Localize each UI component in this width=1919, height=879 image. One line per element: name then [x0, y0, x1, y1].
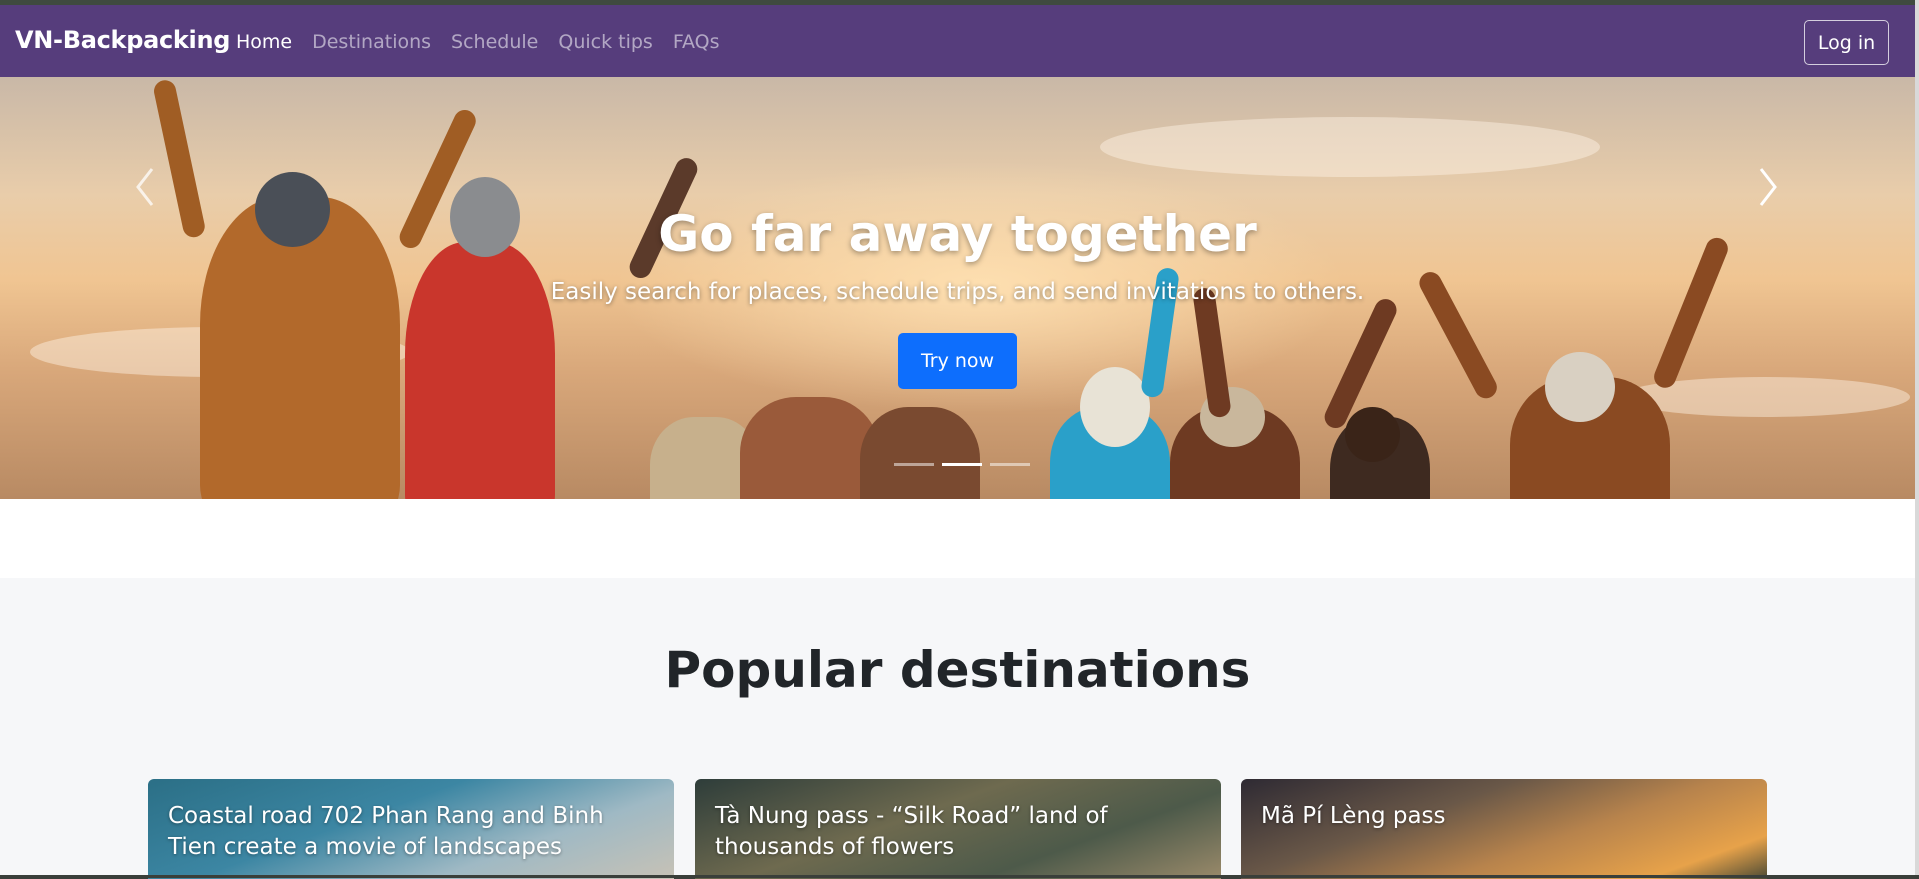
nav-link-destinations[interactable]: Destinations — [312, 31, 431, 53]
destination-card-title: Coastal road 702 Phan Rang and Binh Tien… — [168, 803, 604, 860]
destination-card-title: Mã Pí Lèng pass — [1261, 803, 1446, 829]
chevron-right-icon — [1759, 168, 1777, 206]
destination-card[interactable]: Tà Nung pass - “Silk Road” land of thous… — [695, 779, 1221, 879]
destination-card[interactable]: Coastal road 702 Phan Rang and Binh Tien… — [148, 779, 674, 879]
carousel-next-button[interactable] — [1753, 157, 1783, 217]
hero-caption: Go far away together Easily search for p… — [0, 77, 1915, 499]
scrollbar-track[interactable] — [1915, 0, 1919, 878]
destination-card[interactable]: Mã Pí Lèng pass — [1241, 779, 1767, 879]
nav-link-schedule[interactable]: Schedule — [451, 31, 538, 53]
carousel-indicator-1[interactable] — [894, 463, 934, 466]
carousel-indicator-2[interactable] — [942, 463, 982, 466]
nav-link-home[interactable]: Home — [236, 31, 292, 53]
brand-logo[interactable]: VN-Backpacking — [15, 26, 230, 54]
nav-links: Home Destinations Schedule Quick tips FA… — [236, 31, 740, 53]
carousel-prev-button[interactable] — [130, 157, 160, 217]
hero-carousel: Go far away together Easily search for p… — [0, 77, 1915, 499]
nav-link-quick-tips[interactable]: Quick tips — [558, 31, 652, 53]
destination-card-title: Tà Nung pass - “Silk Road” land of thous… — [715, 803, 1108, 860]
chevron-left-icon — [136, 168, 154, 206]
login-button[interactable]: Log in — [1804, 20, 1889, 65]
popular-destinations-section: Popular destinations Coastal road 702 Ph… — [0, 578, 1915, 879]
carousel-indicator-3[interactable] — [990, 463, 1030, 466]
carousel-indicators — [894, 463, 1030, 466]
hero-subtitle: Easily search for places, schedule trips… — [550, 279, 1365, 305]
try-now-button[interactable]: Try now — [898, 333, 1017, 389]
page: VN-Backpacking Home Destinations Schedul… — [0, 0, 1919, 879]
navbar: VN-Backpacking Home Destinations Schedul… — [0, 5, 1915, 77]
section-title: Popular destinations — [664, 641, 1251, 699]
hero-title: Go far away together — [658, 205, 1257, 263]
nav-link-faqs[interactable]: FAQs — [673, 31, 720, 53]
